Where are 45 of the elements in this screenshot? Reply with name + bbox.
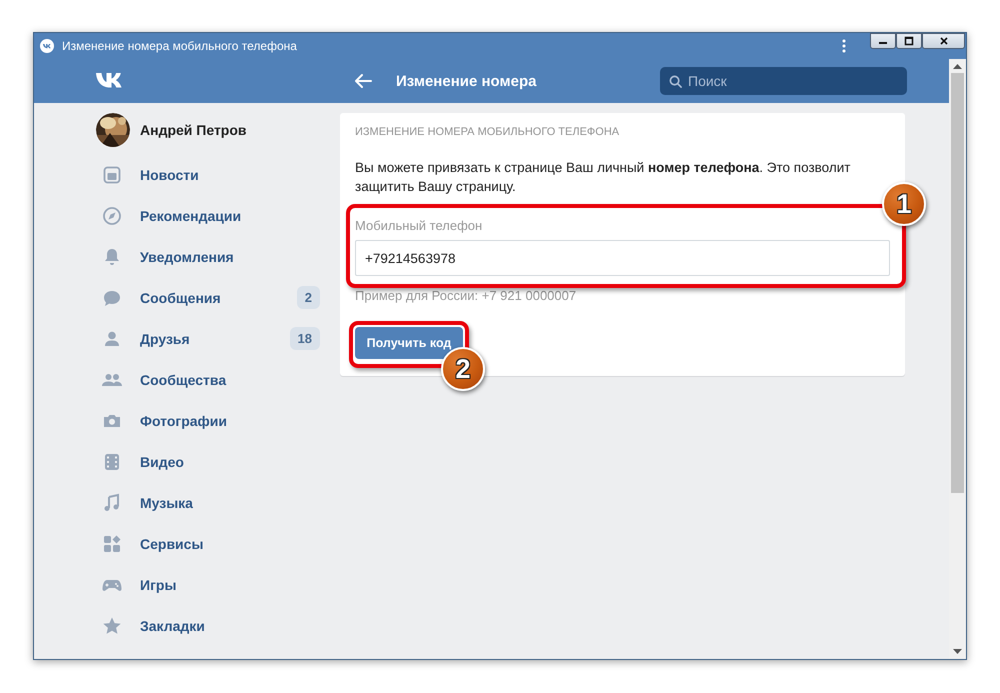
sidebar-item[interactable]: Фотографии [96,400,340,441]
minimize-button[interactable] [870,33,896,49]
back-arrow-icon[interactable] [354,73,372,89]
section-heading: ИЗМЕНЕНИЕ НОМЕРА МОБИЛЬНОГО ТЕЛЕФОНА [355,126,620,138]
step-number: 1 [882,182,926,226]
sidebar-item[interactable]: Новости [96,154,340,195]
music-note-icon [102,492,122,512]
sidebar-item[interactable]: Друзья 18 [96,318,340,359]
phone-input[interactable]: +79214563978 [355,240,890,276]
star-icon [102,616,122,636]
description-text: Вы можете привязать к странице Ваш личный номер телефона. Это позволит защитить Вашу страницу. [355,159,852,196]
sidebar-item[interactable]: Игры [96,564,340,605]
search-field[interactable]: Поиск [660,67,907,95]
counter-badge: 18 [290,327,320,350]
news-icon [102,164,122,184]
scroll-up-icon[interactable] [953,63,962,69]
field-label: Мобильный телефон [355,218,484,233]
counter-badge: 2 [296,286,320,309]
hint-text: Пример для России: +7 921 0000007 [355,288,578,303]
sidebar-item[interactable]: Сообщества [96,359,340,400]
compass-icon [102,206,122,226]
more-icon[interactable] [842,39,846,53]
scroll-thumb[interactable] [951,73,964,493]
close-icon [938,36,948,46]
sidebar-item[interactable]: Музыка [96,482,340,523]
page-title: Изменение номера [396,72,538,90]
close-button[interactable] [922,33,965,49]
sidebar-item[interactable]: Закладки [96,605,340,646]
film-icon [102,452,122,472]
sidebar-item[interactable]: Сервисы [96,523,340,564]
scrollbar[interactable] [949,59,966,659]
tiles-icon [102,534,122,554]
maximize-icon [904,36,914,46]
get-code-button[interactable]: Получить код [355,327,463,359]
maximize-button[interactable] [896,33,922,49]
user-name[interactable]: Андрей Петров [140,122,247,138]
person-icon [102,328,122,348]
sidebar-item[interactable]: Сообщения 2 [96,277,340,318]
sidebar-item[interactable]: Рекомендации [96,195,340,236]
sidebar-item[interactable]: Уведомления [96,236,340,277]
sidebar-item[interactable]: Видео [96,441,340,482]
logo-icon [40,39,54,53]
bell-icon [102,246,122,266]
window-title: Изменение номера мобильного телефона [62,39,298,53]
scroll-down-icon[interactable] [953,649,962,655]
